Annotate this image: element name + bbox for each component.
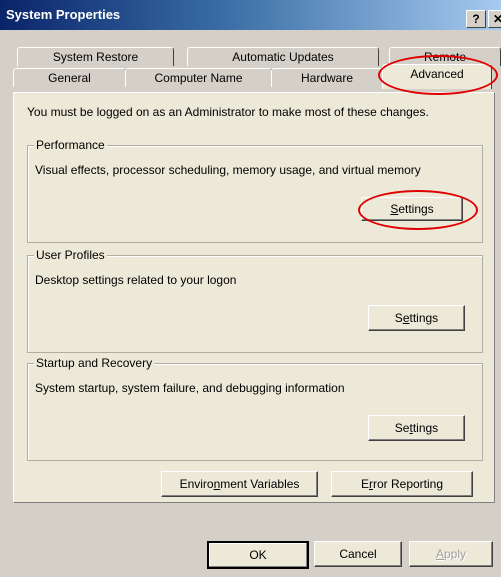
startup-recovery-group: Startup and Recovery System startup, sys… xyxy=(27,356,483,461)
tab-advanced[interactable]: Advanced xyxy=(382,64,492,89)
help-button[interactable]: ? xyxy=(466,10,486,28)
user-profiles-description: Desktop settings related to your logon xyxy=(35,273,237,287)
apply-button: Apply xyxy=(409,541,493,567)
performance-group-title: Performance xyxy=(34,138,107,152)
user-profiles-group: User Profiles Desktop settings related t… xyxy=(27,248,483,353)
performance-settings-button[interactable]: Settings xyxy=(361,197,463,221)
tab-computer-name[interactable]: Computer Name xyxy=(125,68,272,87)
tab-label: General xyxy=(48,71,91,85)
user-profiles-settings-button[interactable]: Settings xyxy=(368,305,465,331)
error-reporting-button[interactable]: Error Reporting xyxy=(331,471,473,497)
cancel-button[interactable]: Cancel xyxy=(314,541,402,567)
tab-automatic-updates[interactable]: Automatic Updates xyxy=(187,47,379,66)
tab-label: Hardware xyxy=(300,71,354,85)
tab-label: Remote xyxy=(423,50,467,64)
admin-notice: You must be logged on as an Administrato… xyxy=(27,105,429,119)
advanced-panel: You must be logged on as an Administrato… xyxy=(13,92,495,503)
tab-general[interactable]: General xyxy=(13,68,126,87)
environment-variables-button[interactable]: Environment Variables xyxy=(161,471,318,497)
startup-recovery-description: System startup, system failure, and debu… xyxy=(35,381,345,395)
close-button[interactable]: ✕ xyxy=(488,10,501,28)
tab-label: Automatic Updates xyxy=(232,50,334,64)
startup-recovery-settings-button[interactable]: Settings xyxy=(368,415,465,441)
user-profiles-group-title: User Profiles xyxy=(34,248,107,262)
performance-description: Visual effects, processor scheduling, me… xyxy=(35,163,421,177)
tab-label: Computer Name xyxy=(154,71,243,85)
window-title: System Properties xyxy=(6,7,121,22)
performance-group: Performance Visual effects, processor sc… xyxy=(27,138,483,243)
ok-button[interactable]: OK xyxy=(207,541,309,569)
tab-label: Advanced xyxy=(410,67,464,81)
title-bar: System Properties xyxy=(0,0,501,30)
tab-hardware[interactable]: Hardware xyxy=(271,68,383,87)
tab-system-restore[interactable]: System Restore xyxy=(17,47,174,66)
tab-label: System Restore xyxy=(52,50,139,64)
startup-recovery-group-title: Startup and Recovery xyxy=(34,356,155,370)
